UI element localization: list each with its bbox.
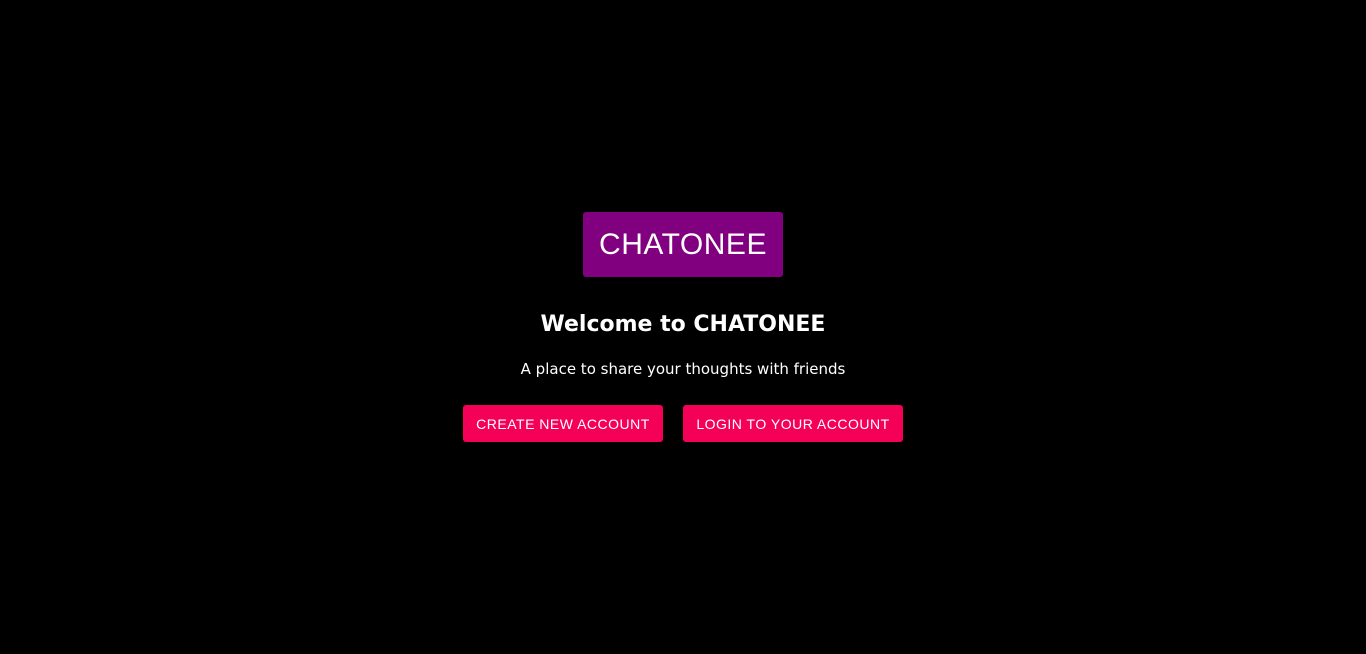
create-account-button[interactable]: CREATE NEW ACCOUNT bbox=[463, 405, 663, 442]
logo: CHATONEE bbox=[583, 212, 783, 277]
tagline: A place to share your thoughts with frie… bbox=[520, 360, 846, 378]
page-title: Welcome to CHATONEE bbox=[540, 312, 826, 337]
logo-text: CHATONEE bbox=[599, 227, 767, 261]
landing-page: CHATONEE Welcome to CHATONEE A place to … bbox=[0, 0, 1366, 654]
login-button[interactable]: LOGIN TO YOUR ACCOUNT bbox=[683, 405, 903, 442]
